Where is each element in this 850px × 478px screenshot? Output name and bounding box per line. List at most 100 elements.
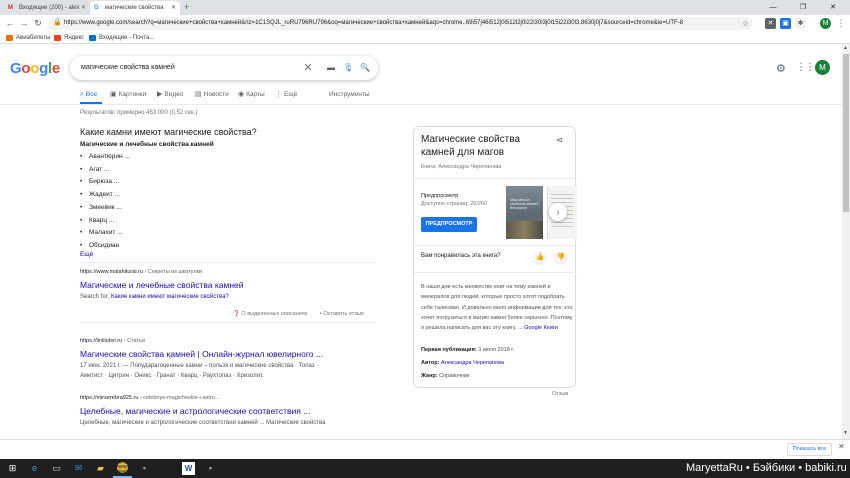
- page-scrollbar[interactable]: ▲ ▼: [842, 44, 850, 439]
- more-vert-icon: ⋮: [275, 91, 282, 98]
- google-books-link[interactable]: Google Книги: [524, 325, 558, 331]
- back-icon[interactable]: ←: [4, 17, 16, 29]
- maximize-icon[interactable]: ❐: [792, 0, 814, 15]
- knowledge-panel: Магические свойства камней для магов ⋖ К…: [413, 126, 577, 388]
- minimize-icon[interactable]: —: [762, 0, 784, 15]
- reload-icon[interactable]: ↻: [32, 17, 44, 29]
- avatar[interactable]: M: [815, 60, 830, 75]
- preview-label: Предпросмотр: [421, 193, 459, 199]
- close-tab-icon[interactable]: ✕: [81, 1, 86, 15]
- fact-genre: Жанр: Справочник: [421, 373, 470, 379]
- bookmark-favicon-icon: [54, 35, 61, 41]
- close-window-icon[interactable]: ✕: [822, 0, 844, 15]
- cover-image: [506, 221, 543, 239]
- gear-icon[interactable]: ⚙: [776, 62, 786, 75]
- result-cite: https://www.malahitural.ru › Секреты из …: [80, 269, 203, 275]
- result-stats: Результатов: примерно 453 000 (0,52 сек.…: [80, 110, 198, 116]
- keyboard-icon[interactable]: ▬: [326, 63, 336, 73]
- show-all-button[interactable]: Показать все: [787, 443, 832, 456]
- book-cover[interactable]: Магические свойства камней для магов: [506, 186, 543, 239]
- new-tab-icon[interactable]: +: [184, 1, 189, 14]
- featured-question: Какие камни имеют магические свойства?: [80, 127, 257, 137]
- pages-available: Доступно страниц: 26/260: [421, 201, 488, 207]
- search-icon[interactable]: 🔍: [360, 63, 370, 73]
- forward-icon[interactable]: →: [18, 17, 30, 29]
- browser-toolbar: ← → ↻ 🔒 https://www.google.com/search?q=…: [0, 15, 850, 32]
- result-title[interactable]: Магические свойства камней | Онлайн-журн…: [80, 349, 323, 359]
- kp-description: В наши дни есть множество книг на тему к…: [421, 284, 573, 332]
- bookmark-item[interactable]: Входящие - Почта...: [89, 32, 154, 44]
- scroll-up-icon[interactable]: ▲: [843, 45, 848, 51]
- google-logo[interactable]: Google: [10, 60, 60, 77]
- search-box[interactable]: магические свойства камней ✕ ▬ 🎙 🔍: [70, 56, 378, 80]
- extension-icon[interactable]: ▣: [780, 18, 791, 29]
- tools-button[interactable]: Инструменты: [329, 89, 370, 101]
- chevron-right-icon[interactable]: ›: [549, 203, 567, 221]
- tab-images[interactable]: ▣ Картинки: [110, 89, 146, 101]
- puzzle-icon[interactable]: ✱: [795, 18, 806, 29]
- tab-news[interactable]: ▤ Новости: [195, 89, 229, 101]
- bookmark-star-icon[interactable]: ☆: [742, 17, 749, 30]
- scrollbar-thumb[interactable]: [843, 54, 849, 212]
- cover-text: Магические свойства камней для магов: [510, 198, 539, 210]
- header-divider: [0, 104, 850, 105]
- bookmark-item[interactable]: Яндекс: [54, 32, 84, 44]
- featured-result-title[interactable]: Магические и лечебные свойства камней: [80, 280, 244, 290]
- tab-all[interactable]: ⌕ Все: [80, 89, 97, 101]
- result-snippet: Аметист · Цитрин · Оникс · Гранат · Квар…: [80, 373, 264, 379]
- close-icon[interactable]: ✕: [838, 442, 845, 451]
- browser-window: M Входящие (200) - alex ✕ G магические с…: [0, 0, 850, 478]
- tab-more[interactable]: ⋮ Ещё: [275, 89, 297, 101]
- bookmark-label: Входящие - Почта...: [99, 35, 155, 41]
- watermark: MaryettaRu • Бэйбики • babiki.ru: [686, 462, 847, 474]
- word-icon[interactable]: W: [182, 462, 195, 475]
- search-input[interactable]: магические свойства камней: [81, 56, 175, 80]
- tab-title: Входящие (200) - alex: [19, 5, 80, 11]
- app-icon[interactable]: ▪: [204, 462, 217, 475]
- edge-icon[interactable]: e: [28, 462, 41, 475]
- tab-maps[interactable]: ◉ Карты: [238, 89, 265, 101]
- search-for-line: Search for: Какие камни имеют магические…: [80, 294, 229, 300]
- mail-icon[interactable]: ✉: [72, 462, 85, 475]
- divider: [414, 272, 577, 273]
- chrome-icon[interactable]: [113, 462, 132, 478]
- kp-title: Магические свойства камней для магов: [421, 134, 520, 158]
- preview-button[interactable]: ПРЕДПРОСМОТР: [421, 217, 477, 232]
- google-icon: G: [94, 5, 99, 11]
- news-icon: ▤: [195, 91, 202, 98]
- profile-avatar[interactable]: M: [820, 18, 831, 29]
- thumbs-up-icon[interactable]: 👍: [533, 251, 547, 265]
- result-snippet: Целебные, магические и астрологические с…: [80, 420, 326, 426]
- address-bar[interactable]: 🔒 https://www.google.com/search?q=магиче…: [48, 17, 753, 30]
- author-link[interactable]: Александра Черепанова: [441, 360, 504, 366]
- share-icon[interactable]: ⋖: [556, 135, 564, 146]
- result-title[interactable]: Целебные, магические и астрологические с…: [80, 406, 310, 416]
- feedback-link[interactable]: ▪ Оставить отзыв: [320, 311, 364, 317]
- menu-icon[interactable]: ⋮: [835, 17, 847, 29]
- divider: [80, 322, 376, 323]
- bookmark-favicon-icon: [6, 35, 13, 41]
- fact-first-publication: Первая публикация: 3 июля 2018 г.: [421, 347, 515, 353]
- more-link[interactable]: Ещё: [80, 251, 93, 258]
- close-tab-icon[interactable]: ✕: [171, 1, 176, 15]
- tab-video[interactable]: ▶ Видео: [157, 89, 183, 101]
- task-view-icon[interactable]: ▭: [50, 462, 63, 475]
- extension-icon[interactable]: ✕: [765, 18, 776, 29]
- kp-subtitle: Книга, Александра Черепанова: [421, 164, 502, 170]
- kp-feedback-link[interactable]: Отзыв: [552, 391, 568, 397]
- bookmark-label: Авиабилеты: [16, 35, 51, 41]
- thumbs-down-icon[interactable]: 👎: [554, 251, 568, 265]
- windows-start-icon[interactable]: ⊞: [6, 462, 19, 475]
- clear-icon[interactable]: ✕: [303, 63, 313, 74]
- search-for-link[interactable]: Какие камни имеют магические свойства?: [111, 294, 229, 300]
- url-text[interactable]: https://www.google.com/search?q=магическ…: [64, 17, 704, 30]
- tab-gmail[interactable]: M Входящие (200) - alex ✕: [4, 1, 90, 15]
- tab-google-search[interactable]: G магические свойства ✕: [90, 1, 180, 15]
- about-snippets-link[interactable]: ❓ О выделенных описаниях: [233, 311, 308, 317]
- map-pin-icon: ◉: [238, 91, 245, 98]
- app-icon[interactable]: ▪: [138, 462, 151, 475]
- scroll-down-icon[interactable]: ▼: [843, 430, 848, 436]
- folder-icon[interactable]: ▰: [94, 462, 107, 475]
- microphone-icon[interactable]: 🎙: [343, 63, 353, 73]
- bookmark-item[interactable]: Авиабилеты: [6, 32, 50, 44]
